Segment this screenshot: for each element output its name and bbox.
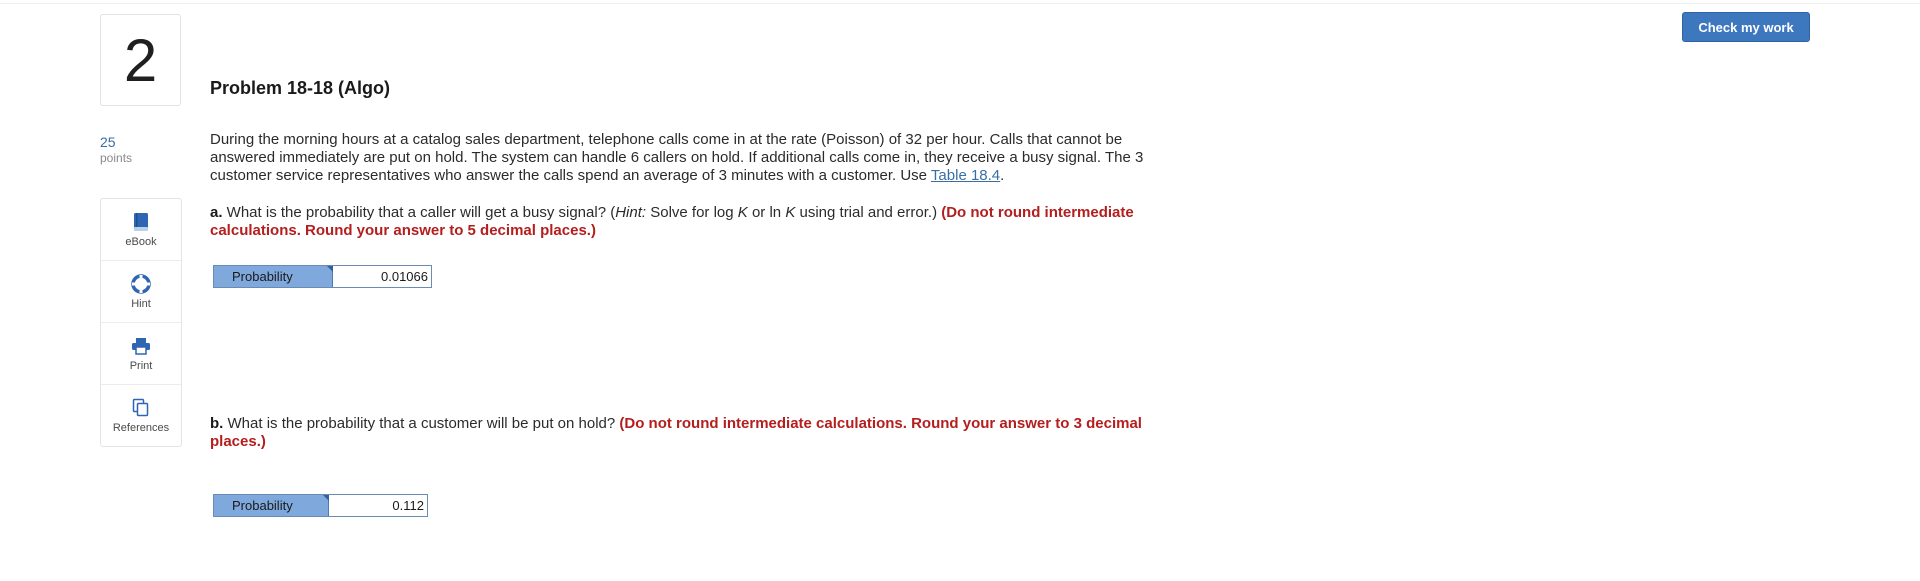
answer-row-b: Probability 0.112 (213, 494, 428, 517)
points-block: 25 points (100, 134, 132, 166)
points-label: points (100, 151, 133, 165)
problem-statement: During the morning hours at a catalog sa… (210, 131, 1170, 185)
answer-b-label: Probability (214, 495, 329, 516)
part-a-text: What is the probability that a caller wi… (222, 204, 616, 221)
part-a-text-mid3: using trial and error.) (795, 204, 942, 221)
hint-word: Hint: (615, 204, 647, 221)
printer-icon (131, 335, 151, 357)
question-number: 2 (100, 14, 181, 106)
references-label: References (112, 422, 170, 434)
print-label: Print (129, 360, 153, 372)
copy-icon (132, 397, 150, 419)
points-value: 25 (100, 134, 116, 150)
question-a: a. What is the probability that a caller… (210, 204, 1170, 240)
ebook-button[interactable]: eBook (101, 199, 181, 261)
variable-k: K (785, 204, 796, 221)
part-b-text: What is the probability that a customer … (223, 415, 620, 432)
part-a-text-mid1: Solve for log (646, 204, 738, 221)
hint-button[interactable]: Hint (101, 261, 181, 323)
answer-a-label: Probability (214, 266, 333, 287)
problem-title: Problem 18-18 (Algo) (210, 78, 391, 98)
ebook-label: eBook (125, 236, 157, 248)
top-divider (0, 3, 1920, 4)
references-button[interactable]: References (101, 385, 181, 446)
book-icon (132, 211, 150, 233)
hint-label: Hint (131, 298, 151, 310)
problem-text-end: . (1000, 167, 1005, 184)
variable-k: K (737, 204, 748, 221)
tools-panel: eBook Hint Print References (100, 198, 182, 447)
part-a-label: a. (210, 204, 223, 221)
answer-b-input[interactable]: 0.112 (329, 495, 427, 516)
table-link[interactable]: Table 18.4 (931, 167, 1000, 184)
answer-a-input[interactable]: 0.01066 (333, 266, 431, 287)
part-a-text-mid2: or ln (747, 204, 786, 221)
question-b: b. What is the probability that a custom… (210, 415, 1170, 451)
check-my-work-button[interactable]: Check my work (1682, 12, 1810, 42)
lifebuoy-icon (131, 273, 151, 295)
answer-row-a: Probability 0.01066 (213, 265, 432, 288)
print-button[interactable]: Print (101, 323, 181, 385)
part-b-label: b. (210, 415, 224, 432)
